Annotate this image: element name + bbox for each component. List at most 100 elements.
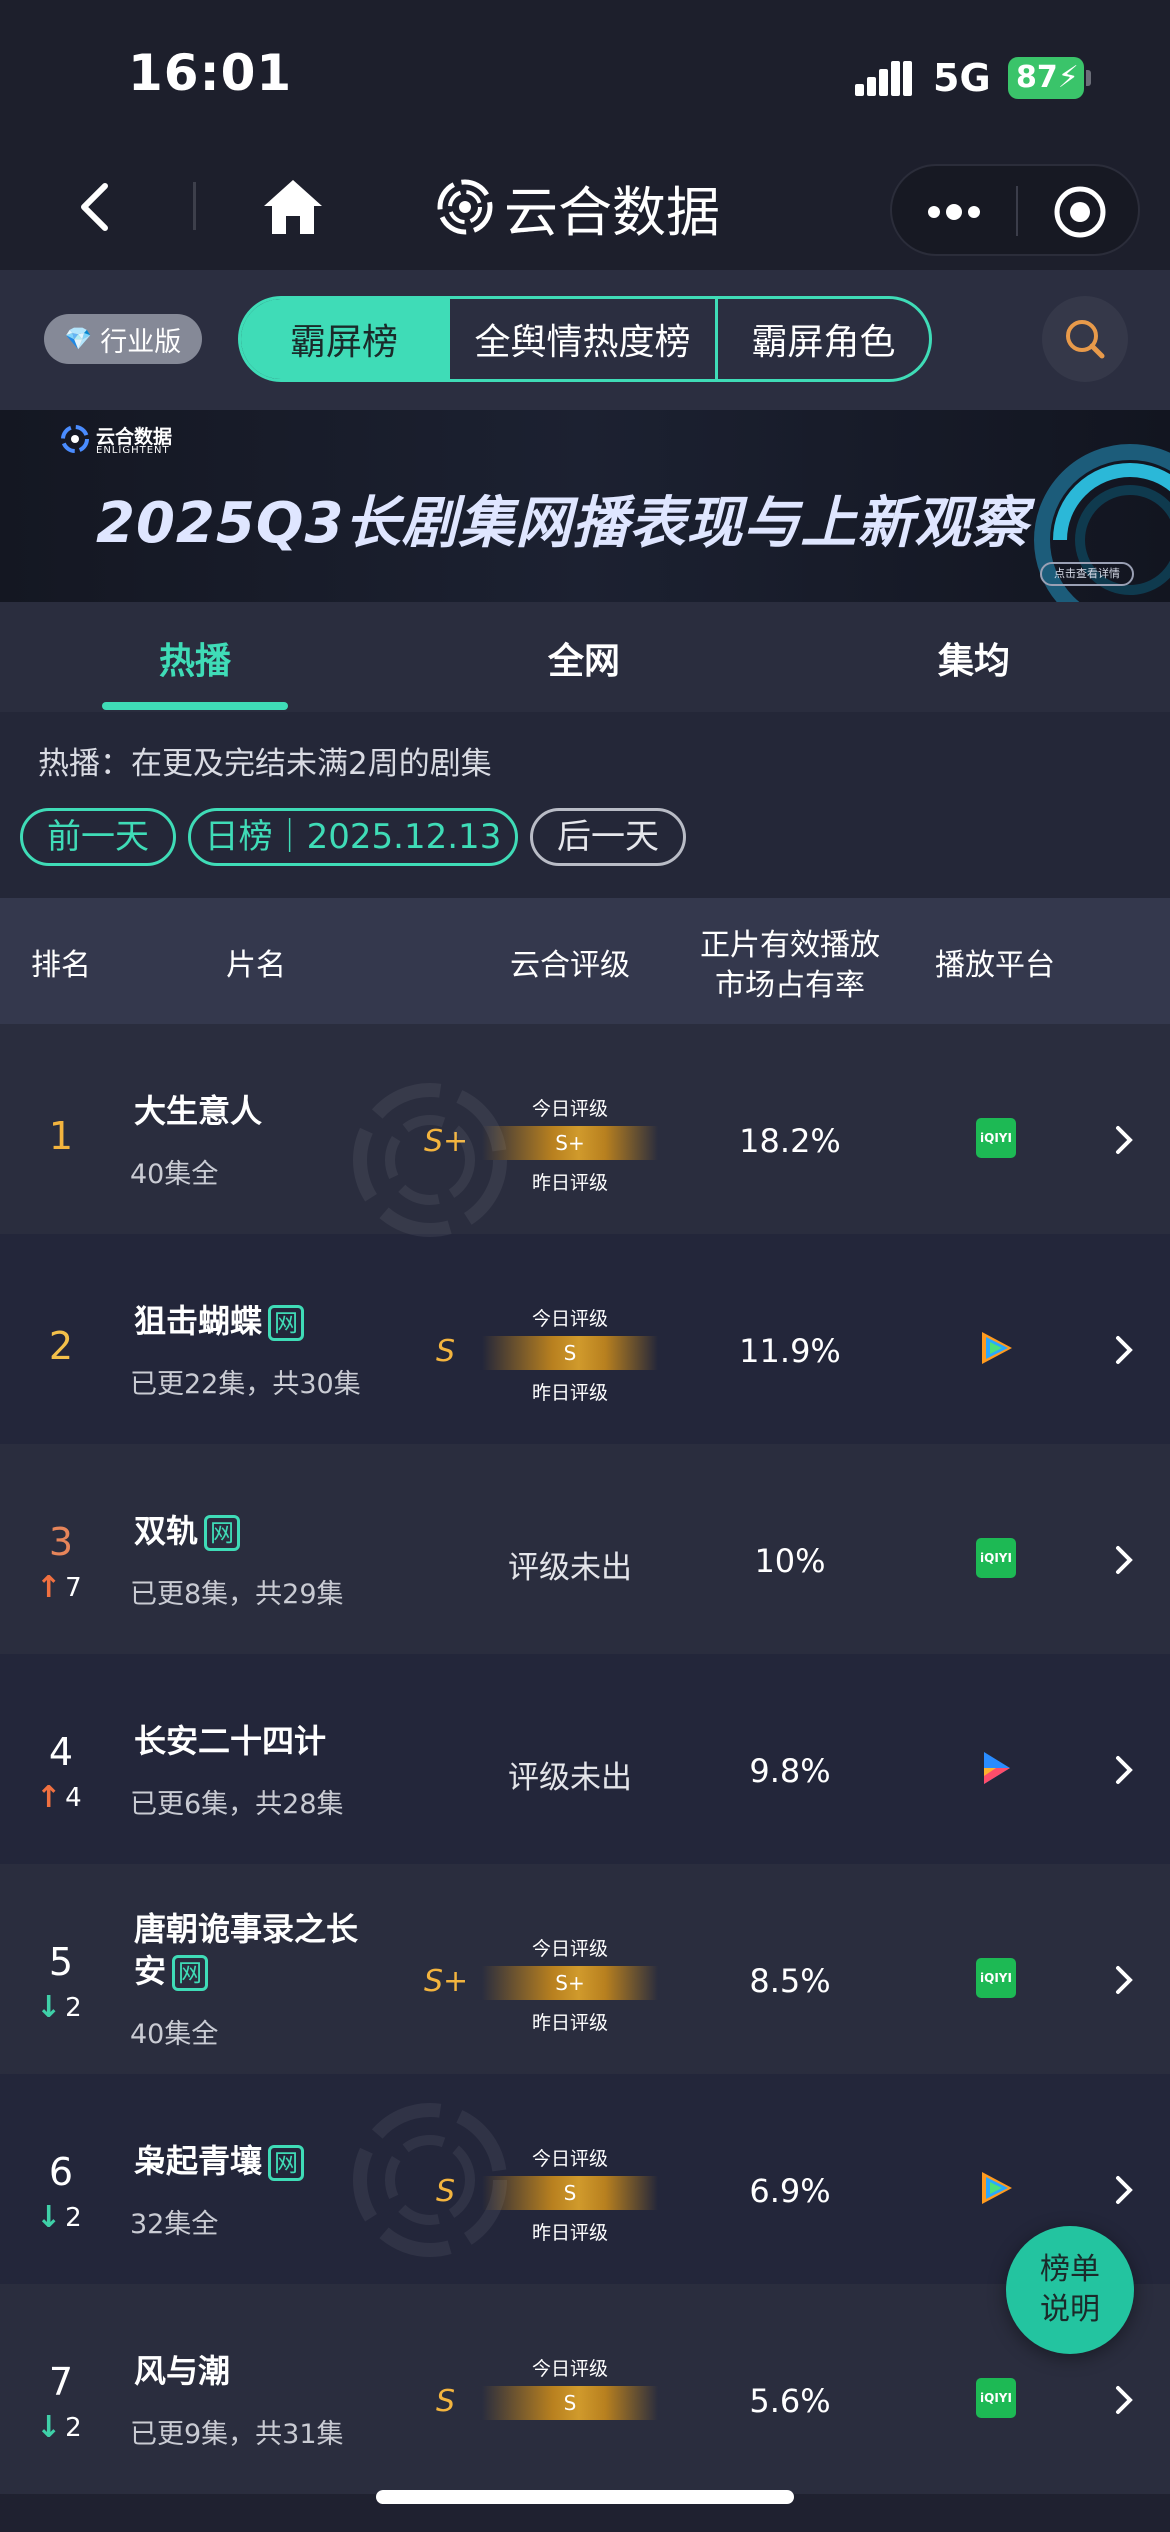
grade-letter: S — [436, 1334, 456, 1369]
banner-logo-icon — [61, 425, 89, 453]
today-grade-label: 今日评级 — [531, 1308, 608, 1330]
tab-all-network[interactable]: 全网 — [484, 632, 684, 684]
grade-bar: S+ — [482, 1126, 658, 1160]
market-share: 8.5% — [749, 1962, 831, 2000]
industry-version-button[interactable]: 💎 行业版 — [44, 314, 202, 364]
battery-level: 87 — [1016, 60, 1058, 95]
segment-dominant-roles[interactable]: 霸屏角色 — [715, 299, 929, 379]
chevron-right-icon[interactable] — [1110, 2380, 1138, 2420]
segment-dominance-list[interactable]: 霸屏榜 — [241, 299, 447, 379]
drama-title-line1: 唐朝诡事录之长 — [134, 1910, 359, 1948]
arrow-down-icon: ↓ — [36, 2410, 62, 2445]
drama-title: 大生意人 — [134, 1092, 263, 1130]
rank-change: ↓ 2 — [36, 1990, 82, 2025]
rank-change-value: 4 — [65, 1782, 82, 1813]
grade-bar-text: S+ — [555, 1131, 585, 1155]
yesterday-grade-label: 昨日评级 — [531, 1382, 608, 1404]
drama-title-line2-text: 安 — [134, 1952, 167, 1990]
float-button-line1: 榜单 — [1040, 2252, 1100, 2287]
table-row[interactable]: 5 ↓ 2 唐朝诡事录之长 安网 40集全 S+ 今日评级 S+ 昨日评级 8.5… — [0, 1864, 1170, 2074]
target-icon[interactable] — [1052, 184, 1108, 240]
grade-bar: S+ — [482, 1966, 658, 2000]
banner-title: 2025Q3长剧集网播表现与上新观察 — [96, 491, 1029, 556]
rank-number: 5 — [48, 1940, 74, 1984]
more-dots-icon[interactable] — [922, 194, 986, 230]
status-bar: 16:01 5G 87⚡ — [0, 0, 1170, 150]
drama-title-text: 双轨 — [134, 1512, 199, 1550]
home-icon[interactable] — [258, 172, 328, 242]
table-row[interactable]: 3 ↑ 7 双轨网 已更8集，共29集 评级未出 10% iQIYI — [0, 1444, 1170, 1654]
diamond-icon: 💎 — [64, 326, 93, 352]
ranking-segment-control: 霸屏榜 全舆情热度榜 霸屏角色 — [238, 296, 932, 382]
tencent-video-icon — [982, 1332, 1012, 1364]
today-grade-label: 今日评级 — [531, 2358, 608, 2380]
rank-number: 2 — [48, 1324, 74, 1368]
today-grade-label: 今日评级 — [531, 1938, 608, 1960]
industry-label: 行业版 — [100, 326, 182, 358]
banner-detail-button[interactable]: 点击查看详情 — [1040, 562, 1134, 586]
rank-change: ↓ 2 — [36, 2410, 82, 2445]
segment-public-opinion-list[interactable]: 全舆情热度榜 — [447, 299, 715, 379]
drama-title: 狙击蝴蝶网 — [134, 1300, 384, 1342]
brand: 云合数据 — [436, 170, 720, 244]
nav-divider — [193, 182, 196, 230]
rank-change-value: 2 — [65, 2202, 82, 2233]
chevron-left-icon[interactable] — [60, 172, 130, 242]
capsule-divider — [1016, 186, 1018, 236]
grade-bar: S — [482, 1336, 658, 1370]
chevron-right-icon[interactable] — [1110, 1750, 1138, 1790]
rank-number: 6 — [48, 2150, 74, 2194]
tab-per-episode[interactable]: 集均 — [874, 632, 1074, 684]
header-share-line1: 正片有效播放 — [700, 928, 880, 963]
table-row[interactable]: 2 狙击蝴蝶网 已更22集，共30集 S 今日评级 S 昨日评级 11.9% — [0, 1234, 1170, 1444]
header-rank: 排名 — [31, 948, 91, 983]
promo-banner[interactable]: 云合数据 ENLIGHTENT 2025Q3长剧集网播表现与上新观察 点击查看详… — [0, 410, 1170, 602]
rank-change-value: 2 — [65, 1992, 82, 2023]
chevron-right-icon[interactable] — [1110, 1540, 1138, 1580]
youku-icon — [984, 1752, 1010, 1784]
table-row[interactable]: 6 ↓ 2 枭起青壤网 32集全 S 今日评级 S 昨日评级 6.9% — [0, 2074, 1170, 2284]
header-platform: 播放平台 — [935, 948, 1055, 983]
table-row[interactable]: 7 ↓ 2 风与潮 已更9集，共31集 S 今日评级 S 5.6% iQIYI — [0, 2284, 1170, 2494]
grade-bar-text: S — [563, 2391, 577, 2415]
brand-name: 云合数据 — [504, 180, 720, 244]
list-description: 热播：在更及完结未满2周的剧集 — [38, 746, 492, 782]
arrow-up-icon: ↑ — [36, 1570, 62, 1605]
drama-title: 唐朝诡事录之长 安网 — [134, 1908, 384, 1992]
iqiyi-icon: iQIYI — [976, 2378, 1016, 2418]
grade-letter: S — [436, 2384, 456, 2419]
table-row[interactable]: 4 ↑ 4 长安二十四计 已更6集，共28集 评级未出 9.8% — [0, 1654, 1170, 1864]
episode-status: 40集全 — [130, 2019, 219, 2050]
market-share: 5.6% — [749, 2382, 831, 2420]
table-row[interactable]: 1 大生意人 40集全 S+ 今日评级 S+ 昨日评级 18.2% iQIYI — [0, 1024, 1170, 1234]
chevron-right-icon[interactable] — [1110, 1120, 1138, 1160]
episode-status: 40集全 — [130, 1159, 219, 1190]
status-time: 16:01 — [128, 44, 293, 102]
search-icon[interactable] — [1042, 296, 1128, 382]
grade-letter: S — [436, 2174, 456, 2209]
drama-title-text: 枭起青壤 — [134, 2142, 263, 2180]
arrow-down-icon: ↓ — [36, 2200, 62, 2235]
grade-letter: S+ — [424, 1964, 469, 1999]
table-header: 排名 片名 云合评级 正片有效播放 市场占有率 播放平台 — [0, 898, 1170, 1024]
episode-status: 已更22集，共30集 — [130, 1369, 361, 1400]
chevron-right-icon[interactable] — [1110, 1960, 1138, 2000]
arrow-up-icon: ↑ — [36, 1780, 62, 1815]
mini-program-capsule — [890, 164, 1140, 256]
grade-bar-text: S — [563, 1341, 577, 1365]
next-day-button[interactable]: 后一天 — [530, 808, 686, 866]
chevron-right-icon[interactable] — [1110, 2170, 1138, 2210]
market-share: 18.2% — [739, 1122, 841, 1160]
rank-change-value: 2 — [65, 2412, 82, 2443]
tencent-video-icon — [982, 2172, 1012, 2204]
prev-day-button[interactable]: 前一天 — [20, 808, 176, 866]
ranking-tab-row: 💎 行业版 霸屏榜 全舆情热度榜 霸屏角色 — [0, 270, 1170, 410]
grade-letter: S+ — [424, 1124, 469, 1159]
iqiyi-icon: iQIYI — [976, 1958, 1016, 1998]
tab-hot-airing[interactable]: 热播 — [95, 632, 295, 684]
date-selector[interactable]: 日榜｜2025.12.13 — [188, 808, 518, 866]
rank-number: 7 — [48, 2360, 74, 2404]
list-explanation-button[interactable]: 榜单 说明 — [1006, 2226, 1134, 2354]
chevron-right-icon[interactable] — [1110, 1330, 1138, 1370]
home-indicator[interactable] — [376, 2490, 794, 2504]
